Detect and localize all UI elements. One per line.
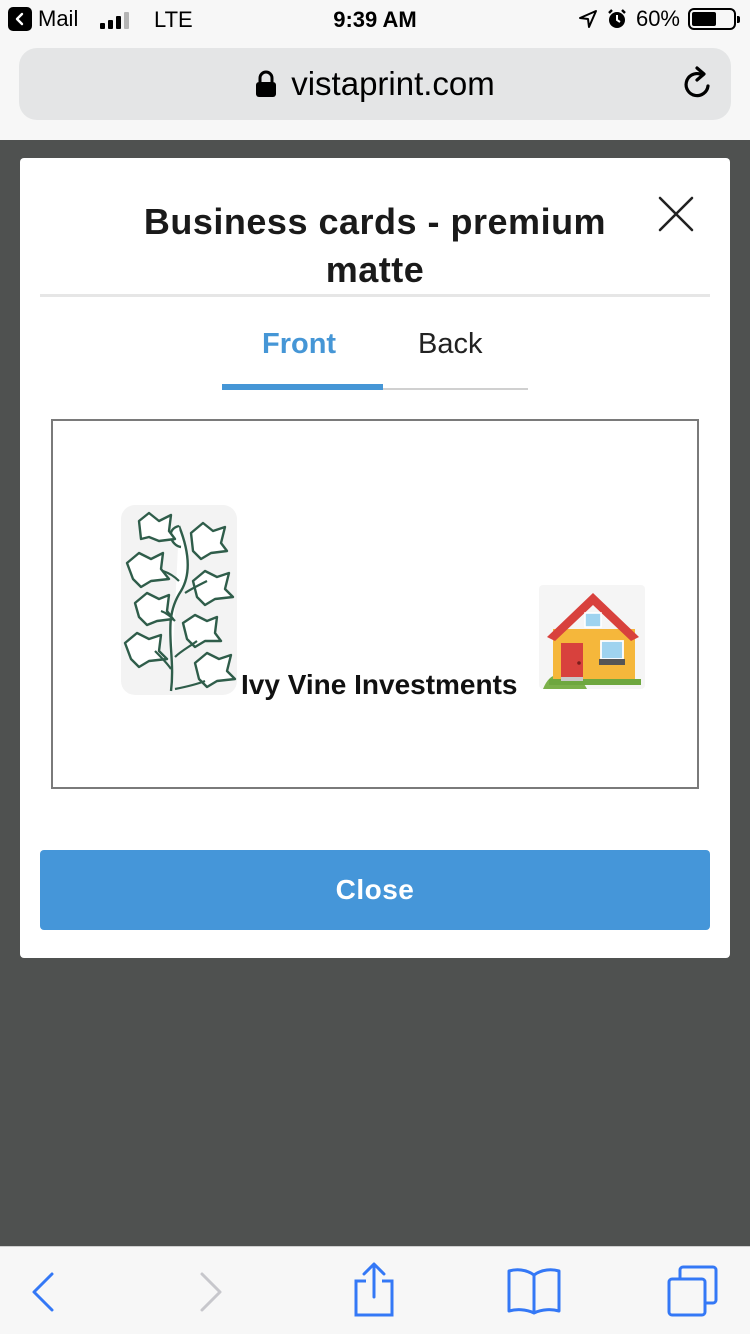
alarm-icon — [608, 9, 626, 28]
bookmarks-icon[interactable] — [506, 1267, 562, 1315]
reload-icon[interactable] — [681, 66, 715, 102]
share-icon[interactable] — [352, 1261, 396, 1317]
card-company-name: Ivy Vine Investments — [241, 669, 518, 700]
modal-title: Business cards - premium matte — [143, 201, 607, 290]
forward-arrow-icon[interactable] — [198, 1271, 224, 1313]
browser-toolbar — [0, 1246, 750, 1334]
title-divider — [40, 294, 710, 297]
back-arrow-icon[interactable] — [30, 1271, 56, 1313]
battery-icon — [688, 8, 740, 30]
lock-icon — [256, 70, 277, 97]
close-icon[interactable] — [656, 194, 696, 234]
battery-percent: 60% — [635, 6, 680, 31]
location-arrow-icon — [578, 10, 597, 28]
business-card-preview: Ivy Vine Investments — [51, 419, 699, 789]
status-bar: Mail LTE 9:39 AM 60% — [0, 0, 750, 40]
ivy-icon — [121, 505, 237, 695]
tab-back[interactable]: Back — [418, 328, 482, 361]
house-icon — [539, 585, 645, 689]
active-tab-indicator — [222, 384, 383, 390]
status-right: 60% — [578, 6, 740, 32]
close-button[interactable]: Close — [40, 850, 710, 930]
tab-front[interactable]: Front — [262, 328, 336, 361]
product-preview-modal: Business cards - premium matte Front Bac… — [20, 158, 730, 958]
tabs-icon[interactable] — [666, 1265, 720, 1317]
url-text: vistaprint.com — [291, 65, 495, 102]
side-tabs: Front Back — [222, 318, 528, 390]
browser-chrome: vistaprint.com — [0, 40, 750, 140]
address-bar[interactable]: vistaprint.com — [19, 48, 731, 120]
